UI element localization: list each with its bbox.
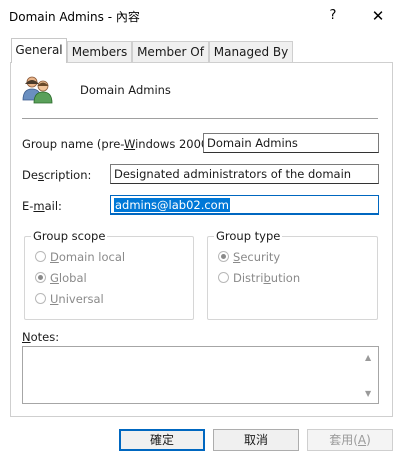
radio-global[interactable]: Global (35, 271, 87, 285)
radio-global-dot (35, 272, 46, 283)
close-button[interactable]: ✕ (356, 2, 400, 30)
email-input[interactable]: admins@lab02.com (110, 195, 379, 215)
description-label: Description: (22, 168, 92, 182)
title-bar: Domain Admins - 內容 ? ✕ (0, 0, 402, 32)
window-title: Domain Admins - 內容 (9, 10, 140, 24)
group-display-name: Domain Admins (80, 83, 171, 97)
radio-security[interactable]: Security (218, 250, 280, 264)
scroll-up-icon[interactable]: ▲ (365, 354, 371, 362)
cancel-button[interactable]: 取消 (213, 429, 299, 451)
radio-domain-local[interactable]: Domain local (35, 250, 125, 264)
notes-label: Notes: (22, 330, 60, 344)
radio-distribution-dot (218, 272, 229, 283)
group-name-input[interactable]: Domain Admins (203, 133, 379, 153)
radio-universal-dot (35, 293, 46, 304)
description-input[interactable]: Designated administrators of the domain (110, 164, 379, 184)
separator-line (22, 118, 378, 119)
tab-general[interactable]: General (11, 38, 67, 63)
help-button[interactable]: ? (311, 2, 355, 30)
radio-universal[interactable]: Universal (35, 292, 104, 306)
notes-scrollbar[interactable]: ▲ ▼ (361, 347, 378, 403)
radio-security-dot (218, 251, 229, 262)
group-name-label: Group name (pre-Windows 2000): (22, 137, 217, 151)
group-type-title: Group type (214, 229, 283, 243)
notes-textarea[interactable]: ▲ ▼ (22, 346, 379, 404)
group-users-icon (22, 74, 54, 104)
scroll-down-icon[interactable]: ▼ (365, 390, 371, 398)
tab-managed-by[interactable]: Managed By (209, 41, 293, 62)
radio-domain-local-dot (35, 251, 46, 262)
group-scope-title: Group scope (31, 229, 108, 243)
radio-distribution[interactable]: Distribution (218, 271, 300, 285)
ok-button[interactable]: 確定 (119, 429, 205, 451)
tab-member-of[interactable]: Member Of (132, 41, 209, 62)
email-selected-text: admins@lab02.com (114, 198, 230, 212)
close-icon: ✕ (371, 7, 385, 25)
tab-members[interactable]: Members (67, 41, 132, 62)
email-label: E-mail: (22, 199, 62, 213)
apply-button[interactable]: 套用(A) (307, 429, 393, 451)
